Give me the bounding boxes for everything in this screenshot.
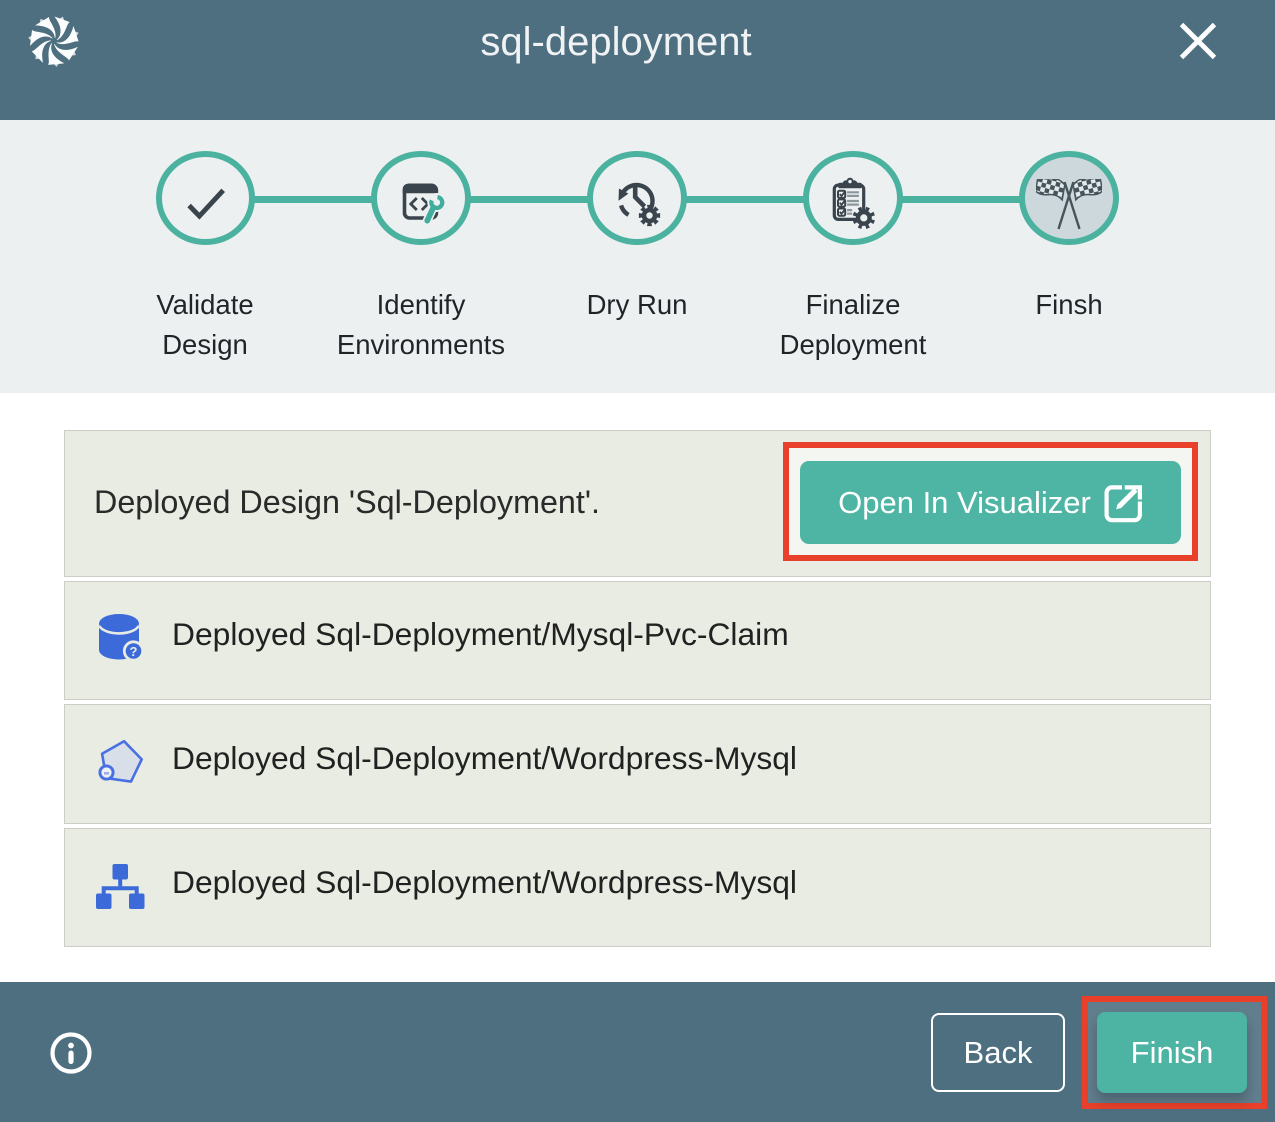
svg-text:?: ?: [130, 644, 138, 659]
